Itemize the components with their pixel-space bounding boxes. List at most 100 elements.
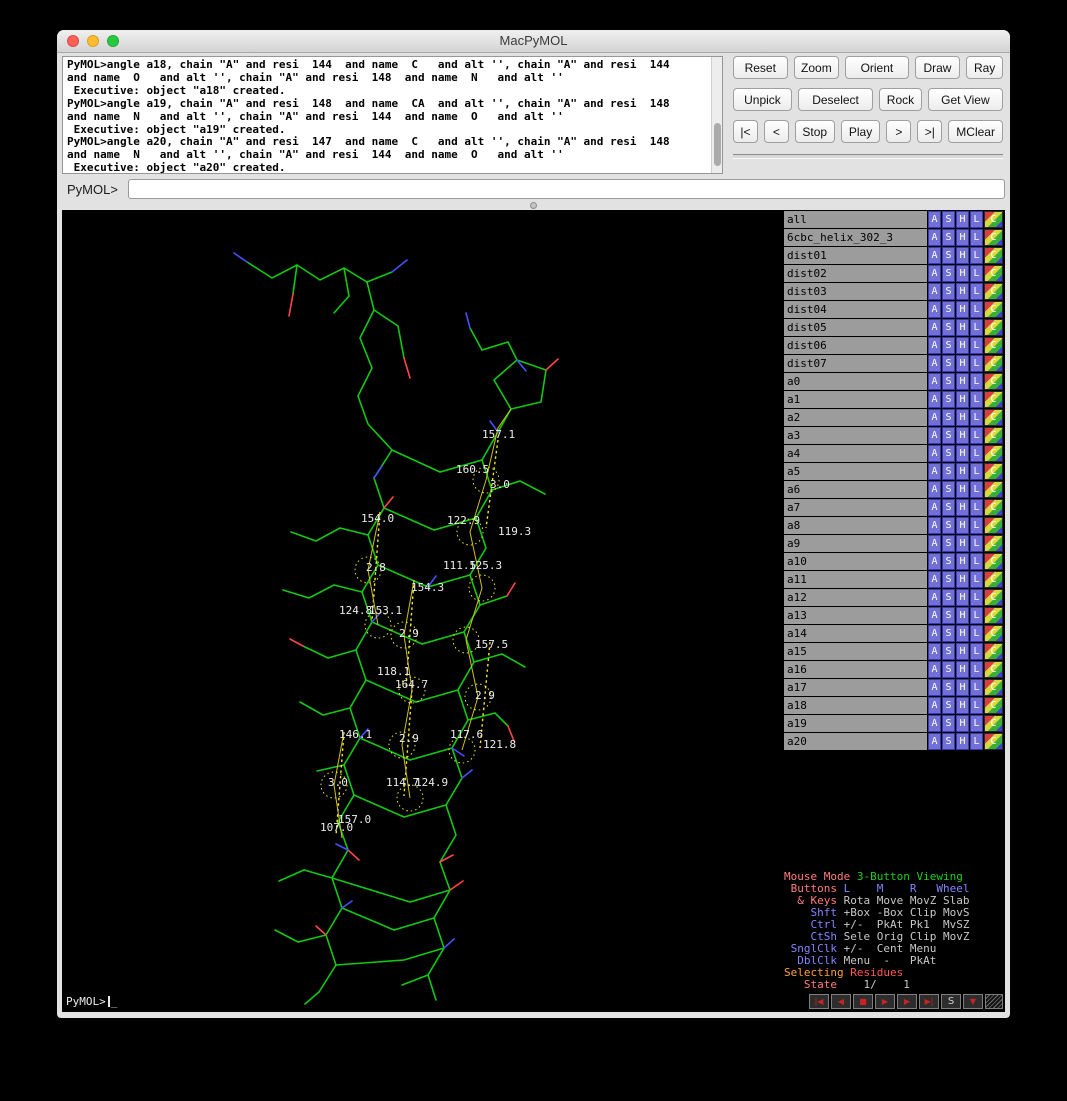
object-a16-l-menu-button[interactable]: L (970, 661, 983, 678)
object-a11-h-menu-button[interactable]: H (956, 571, 969, 588)
object-dist04-h-menu-button[interactable]: H (956, 301, 969, 318)
object-name-dist05[interactable]: dist05 (784, 319, 927, 336)
console-scrollbar-thumb[interactable] (714, 123, 721, 166)
object-name-a20[interactable]: a20 (784, 733, 927, 750)
object-dist02-h-menu-button[interactable]: H (956, 265, 969, 282)
object-a9-a-menu-button[interactable]: A (928, 535, 941, 552)
object-name-dist02[interactable]: dist02 (784, 265, 927, 282)
object-name-all[interactable]: all (784, 211, 927, 228)
object-a19-h-menu-button[interactable]: H (956, 715, 969, 732)
object-dist04-l-menu-button[interactable]: L (970, 301, 983, 318)
object-a8-h-menu-button[interactable]: H (956, 517, 969, 534)
object-a2-a-menu-button[interactable]: A (928, 409, 941, 426)
command-input[interactable] (128, 179, 1005, 199)
object-name-a0[interactable]: a0 (784, 373, 927, 390)
prev-frame-button[interactable]: < (764, 120, 789, 143)
object-a2-h-menu-button[interactable]: H (956, 409, 969, 426)
object-all-s-menu-button[interactable]: S (942, 211, 955, 228)
object-a12-h-menu-button[interactable]: H (956, 589, 969, 606)
object-a12-s-menu-button[interactable]: S (942, 589, 955, 606)
object-a14-c-menu-button[interactable]: C (984, 625, 1003, 642)
get-view-button[interactable]: Get View (928, 88, 1003, 111)
object-dist06-s-menu-button[interactable]: S (942, 337, 955, 354)
reset-button[interactable]: Reset (733, 56, 788, 79)
object-a3-h-menu-button[interactable]: H (956, 427, 969, 444)
object-dist01-h-menu-button[interactable]: H (956, 247, 969, 264)
state-line[interactable]: State 1/ 1 (784, 979, 1003, 991)
object-a10-h-menu-button[interactable]: H (956, 553, 969, 570)
fullscreen-button[interactable] (107, 35, 119, 47)
object-a7-c-menu-button[interactable]: C (984, 499, 1003, 516)
object-dist04-s-menu-button[interactable]: S (942, 301, 955, 318)
vcr-play-button[interactable]: ▶ (875, 994, 895, 1009)
object-a4-s-menu-button[interactable]: S (942, 445, 955, 462)
object-a11-c-menu-button[interactable]: C (984, 571, 1003, 588)
object-a17-l-menu-button[interactable]: L (970, 679, 983, 696)
object-6cbc_helix_302_3-l-menu-button[interactable]: L (970, 229, 983, 246)
object-a20-a-menu-button[interactable]: A (928, 733, 941, 750)
draw-button[interactable]: Draw (915, 56, 961, 79)
object-a15-l-menu-button[interactable]: L (970, 643, 983, 660)
object-name-a4[interactable]: a4 (784, 445, 927, 462)
object-a1-a-menu-button[interactable]: A (928, 391, 941, 408)
object-a14-l-menu-button[interactable]: L (970, 625, 983, 642)
object-a3-l-menu-button[interactable]: L (970, 427, 983, 444)
object-name-a17[interactable]: a17 (784, 679, 927, 696)
close-button[interactable] (67, 35, 79, 47)
ray-button[interactable]: Ray (966, 56, 1003, 79)
object-a10-l-menu-button[interactable]: L (970, 553, 983, 570)
object-a4-h-menu-button[interactable]: H (956, 445, 969, 462)
object-dist02-l-menu-button[interactable]: L (970, 265, 983, 282)
object-dist01-c-menu-button[interactable]: C (984, 247, 1003, 264)
object-a14-a-menu-button[interactable]: A (928, 625, 941, 642)
object-name-a10[interactable]: a10 (784, 553, 927, 570)
object-name-6cbc_helix_302_3[interactable]: 6cbc_helix_302_3 (784, 229, 927, 246)
object-6cbc_helix_302_3-c-menu-button[interactable]: C (984, 229, 1003, 246)
object-dist07-h-menu-button[interactable]: H (956, 355, 969, 372)
object-a8-s-menu-button[interactable]: S (942, 517, 955, 534)
object-all-h-menu-button[interactable]: H (956, 211, 969, 228)
object-a12-l-menu-button[interactable]: L (970, 589, 983, 606)
vcr-menu-button[interactable]: ▼ (963, 994, 983, 1009)
object-a7-a-menu-button[interactable]: A (928, 499, 941, 516)
object-a16-a-menu-button[interactable]: A (928, 661, 941, 678)
object-a13-c-menu-button[interactable]: C (984, 607, 1003, 624)
object-a9-l-menu-button[interactable]: L (970, 535, 983, 552)
object-a20-c-menu-button[interactable]: C (984, 733, 1003, 750)
object-dist07-a-menu-button[interactable]: A (928, 355, 941, 372)
object-a19-l-menu-button[interactable]: L (970, 715, 983, 732)
first-frame-button[interactable]: |< (733, 120, 758, 143)
object-a8-a-menu-button[interactable]: A (928, 517, 941, 534)
object-name-dist06[interactable]: dist06 (784, 337, 927, 354)
object-dist01-a-menu-button[interactable]: A (928, 247, 941, 264)
object-a12-a-menu-button[interactable]: A (928, 589, 941, 606)
object-a3-a-menu-button[interactable]: A (928, 427, 941, 444)
object-dist03-s-menu-button[interactable]: S (942, 283, 955, 300)
object-dist07-l-menu-button[interactable]: L (970, 355, 983, 372)
object-a4-l-menu-button[interactable]: L (970, 445, 983, 462)
object-a10-c-menu-button[interactable]: C (984, 553, 1003, 570)
object-a5-c-menu-button[interactable]: C (984, 463, 1003, 480)
orient-button[interactable]: Orient (845, 56, 908, 79)
object-a7-s-menu-button[interactable]: S (942, 499, 955, 516)
object-dist05-a-menu-button[interactable]: A (928, 319, 941, 336)
object-a12-c-menu-button[interactable]: C (984, 589, 1003, 606)
object-a17-c-menu-button[interactable]: C (984, 679, 1003, 696)
object-a17-h-menu-button[interactable]: H (956, 679, 969, 696)
vcr-scene-button[interactable]: S (941, 994, 961, 1009)
object-6cbc_helix_302_3-h-menu-button[interactable]: H (956, 229, 969, 246)
object-dist02-c-menu-button[interactable]: C (984, 265, 1003, 282)
object-a13-l-menu-button[interactable]: L (970, 607, 983, 624)
object-dist02-s-menu-button[interactable]: S (942, 265, 955, 282)
object-dist06-a-menu-button[interactable]: A (928, 337, 941, 354)
object-dist04-a-menu-button[interactable]: A (928, 301, 941, 318)
object-dist05-l-menu-button[interactable]: L (970, 319, 983, 336)
stop-button[interactable]: Stop (795, 120, 835, 143)
resize-grip[interactable] (985, 994, 1003, 1009)
object-a15-h-menu-button[interactable]: H (956, 643, 969, 660)
object-dist01-l-menu-button[interactable]: L (970, 247, 983, 264)
object-a15-a-menu-button[interactable]: A (928, 643, 941, 660)
object-name-a18[interactable]: a18 (784, 697, 927, 714)
object-a1-s-menu-button[interactable]: S (942, 391, 955, 408)
object-a1-c-menu-button[interactable]: C (984, 391, 1003, 408)
